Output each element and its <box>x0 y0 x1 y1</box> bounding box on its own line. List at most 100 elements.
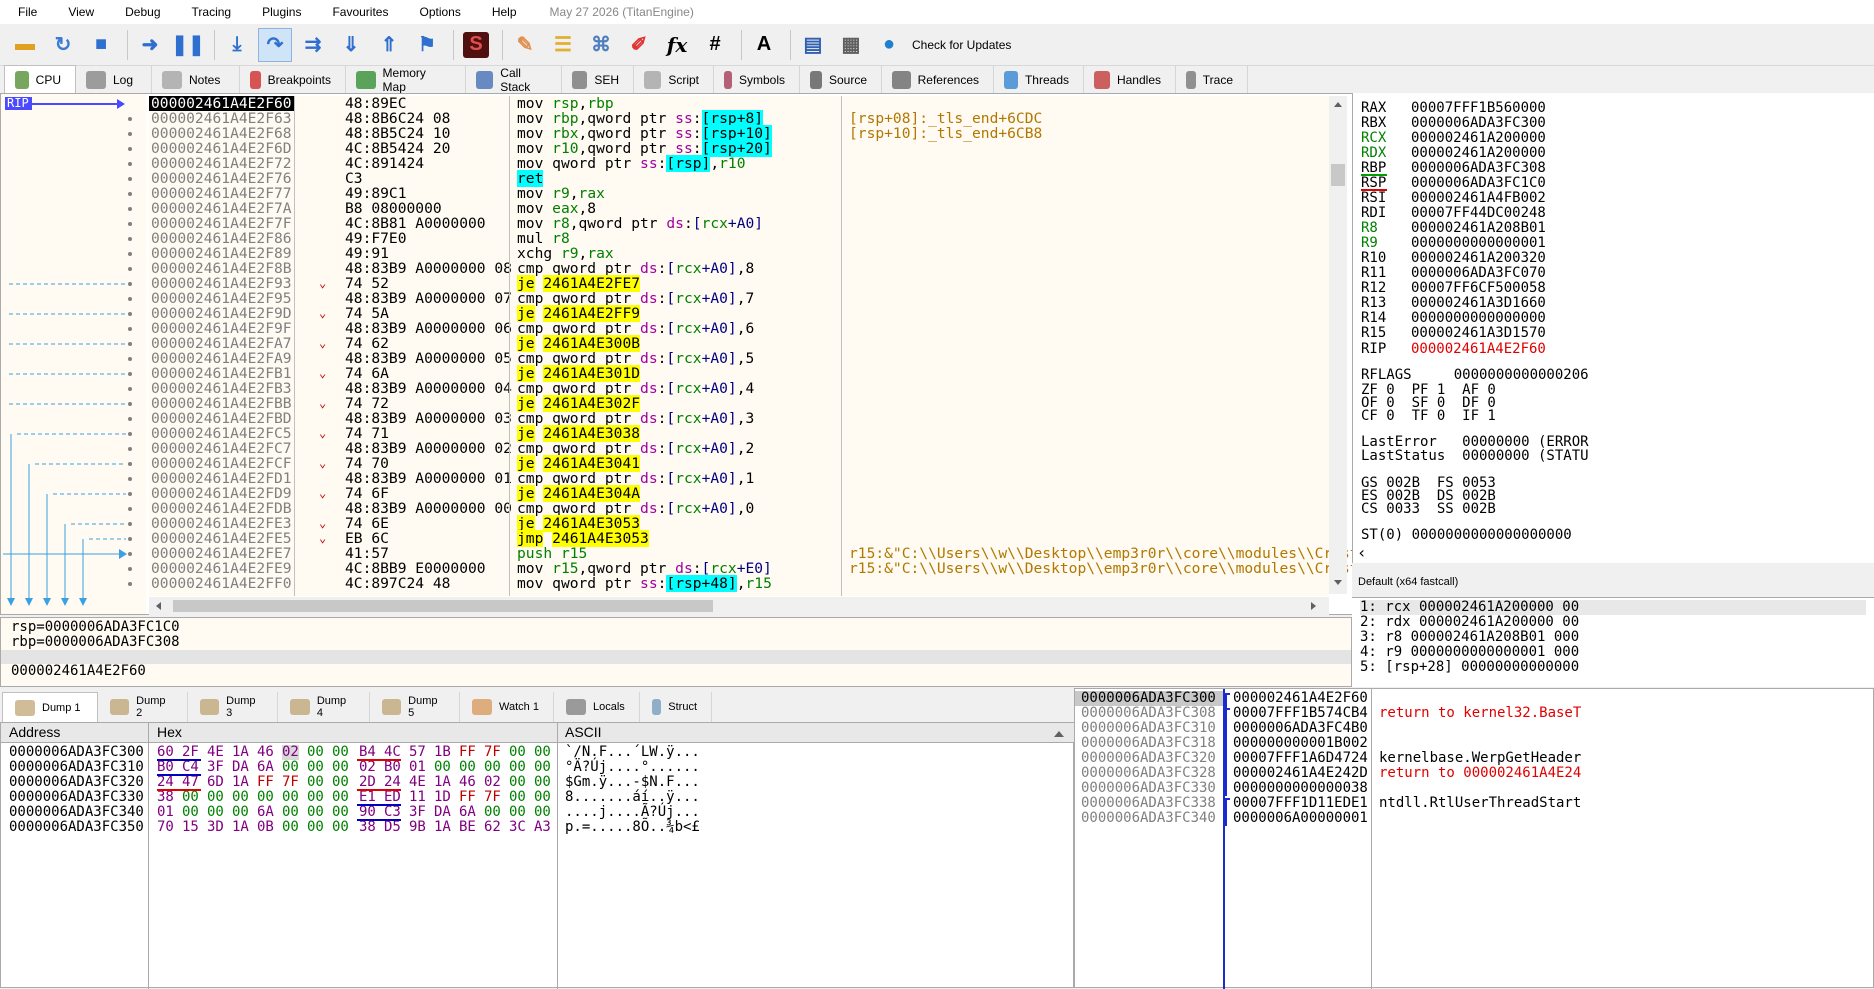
scroll-up-icon[interactable] <box>1334 102 1342 107</box>
tab-script[interactable]: Script <box>634 66 714 93</box>
dump-byte[interactable]: BE <box>459 820 476 835</box>
dump-byte[interactable]: 01 <box>409 760 426 775</box>
dump-byte[interactable]: 00 <box>434 760 451 775</box>
tab-references[interactable]: References <box>882 66 994 93</box>
registers-panel[interactable]: RAX 00007FFF1B560000 RBX 0000006ADA3FC300 RC… <box>1352 93 1874 563</box>
dump-byte[interactable]: 00 <box>182 790 199 805</box>
dump-scrollbar[interactable] <box>1049 725 1069 985</box>
dump-byte[interactable]: 70 <box>157 820 174 835</box>
dump-byte[interactable]: D5 <box>384 820 401 835</box>
dump-byte[interactable]: 4E <box>409 775 426 790</box>
breakpoint-dot[interactable] <box>128 282 132 286</box>
dump-byte[interactable]: 6D <box>207 775 224 790</box>
dump-byte[interactable]: 00 <box>509 745 526 760</box>
run-to-user-code-button[interactable]: ⚑ <box>410 28 444 62</box>
dump-byte[interactable]: C4 <box>182 760 199 775</box>
disassembly-view[interactable]: 000002461A4E2F60 48:89EC mov rsp,rbp 000002… <box>149 96 1367 596</box>
dump-byte[interactable]: FF <box>257 775 274 790</box>
dump-byte[interactable]: 1D <box>434 790 451 805</box>
dump-byte[interactable]: 60 <box>157 745 174 760</box>
dump-byte[interactable]: 1A <box>434 775 451 790</box>
breakpoint-dot[interactable] <box>128 327 132 331</box>
breakpoint-dot[interactable] <box>128 492 132 496</box>
dump-byte[interactable]: 1A <box>434 820 451 835</box>
scroll-left-icon[interactable] <box>156 602 161 610</box>
breakpoint-dot[interactable] <box>128 207 132 211</box>
disasm-row[interactable]: 000002461A4E2FDB 48:83B9 A0000000 00 cmp q… <box>149 501 1329 516</box>
disasm-row[interactable]: 000002461A4E2FD1 48:83B9 A0000000 01 cmp q… <box>149 471 1329 486</box>
breakpoint-dot[interactable] <box>128 132 132 136</box>
dump-byte[interactable]: 7F <box>484 790 501 805</box>
register-value[interactable]: 0000000000000001 <box>1411 236 1546 251</box>
dump-byte[interactable]: 6A <box>459 805 476 820</box>
tab-source[interactable]: Source <box>800 66 882 93</box>
dump-byte[interactable]: 00 <box>509 805 526 820</box>
tab-call-stack[interactable]: Call Stack <box>466 66 562 94</box>
register-value[interactable]: 000002461A3D1570 <box>1411 326 1546 341</box>
dump-row[interactable]: 0000006ADA3FC330 38 00 00 00 00 00 00 00 E1 ED 11 1D… <box>1 790 1041 805</box>
disasm-row[interactable]: 000002461A4E2F89 49:91 xchg r9,rax <box>149 246 1329 261</box>
dump-byte[interactable]: 6A <box>257 805 274 820</box>
register-value[interactable]: 00007FFF1B560000 <box>1411 101 1546 116</box>
dump-byte[interactable]: 4E <box>207 745 224 760</box>
stack-value[interactable]: 00007FFF1B574CB4 <box>1233 706 1368 721</box>
dump-byte[interactable]: 00 <box>232 805 249 820</box>
tab-struct[interactable]: Struct <box>640 692 712 722</box>
breakpoint-dot[interactable] <box>128 447 132 451</box>
stack-value[interactable]: 000002461A4E2F60 <box>1233 691 1368 706</box>
dump-byte[interactable]: FF <box>459 745 476 760</box>
dump-byte[interactable]: 00 <box>282 760 299 775</box>
argument-row[interactable]: 2: rdx 000002461A200000 00 <box>1360 615 1866 630</box>
disasm-row[interactable]: 000002461A4E2FCF ⌄ 74 70 je 2461A4E3041 <box>149 455 1329 472</box>
dump-byte[interactable]: 00 <box>307 760 324 775</box>
dump-row[interactable]: 0000006ADA3FC340 01 00 00 00 6A 00 00 00 90 C3 3F DA… <box>1 805 1041 820</box>
tab-dump-3[interactable]: Dump 3 <box>188 692 278 722</box>
register-value[interactable]: 0000006ADA3FC300 <box>1411 116 1546 131</box>
disasm-row[interactable]: 000002461A4E2FBD 48:83B9 A0000000 03 cmp q… <box>149 411 1329 426</box>
pause-button[interactable]: ❚❚ <box>171 28 205 62</box>
dump-byte[interactable]: 00 <box>207 805 224 820</box>
dump-byte[interactable]: ED <box>384 790 401 805</box>
register-value[interactable]: 0000006ADA3FC308 <box>1411 161 1546 176</box>
stack-value[interactable]: 000000000001B002 <box>1233 736 1368 751</box>
breakpoint-dot[interactable] <box>128 237 132 241</box>
dump-byte[interactable]: 00 <box>232 790 249 805</box>
disasm-row[interactable]: 000002461A4E2FC5 ⌄ 74 71 je 2461A4E3038 <box>149 425 1329 442</box>
breakpoint-dot[interactable] <box>128 222 132 226</box>
dump-byte[interactable]: 90 <box>359 805 376 820</box>
patch-button[interactable]: ✎ <box>508 28 542 62</box>
trace-into-button[interactable]: ⇉ <box>296 28 330 62</box>
last-status[interactable]: LastStatus 00000000 (STATU <box>1361 449 1589 464</box>
breakpoint-dot[interactable] <box>128 117 132 121</box>
dump-byte[interactable]: 00 <box>282 790 299 805</box>
breakpoint-dot[interactable] <box>128 387 132 391</box>
register-value[interactable]: 00007FF6CF500058 <box>1411 281 1546 296</box>
step-into-button[interactable]: ⤓ <box>220 28 254 62</box>
breakpoint-dot[interactable] <box>128 267 132 271</box>
tab-log[interactable]: Log <box>76 66 152 93</box>
breakpoint-dot[interactable] <box>128 372 132 376</box>
dump-byte[interactable]: 00 <box>459 760 476 775</box>
dump-byte[interactable]: 01 <box>157 805 174 820</box>
dump-byte[interactable]: 2F <box>182 745 199 760</box>
dump-byte[interactable]: 02 <box>484 775 501 790</box>
dump-byte[interactable]: 00 <box>207 790 224 805</box>
step-over-button[interactable]: ↷ <box>258 27 292 62</box>
rflags-row[interactable]: RFLAGS 0000000000000206 <box>1361 368 1589 383</box>
dump-byte[interactable]: 00 <box>509 760 526 775</box>
scroll-up-icon[interactable] <box>1054 731 1064 737</box>
tab-threads[interactable]: Threads <box>994 66 1084 93</box>
dump-byte[interactable]: 4C <box>384 745 401 760</box>
patch-file-button[interactable]: ▤ <box>796 28 830 62</box>
breakpoint-dot[interactable] <box>128 477 132 481</box>
dump-byte[interactable]: 00 <box>182 805 199 820</box>
disasm-row[interactable]: 000002461A4E2F9F 48:83B9 A0000000 06 cmp q… <box>149 321 1329 336</box>
dump-byte[interactable]: 00 <box>332 760 349 775</box>
dump-byte[interactable]: 00 <box>484 805 501 820</box>
register-value[interactable]: 0000006ADA3FC070 <box>1411 266 1546 281</box>
breakpoint-dot[interactable] <box>128 357 132 361</box>
dump-byte[interactable]: 00 <box>484 760 501 775</box>
dump-byte[interactable]: 00 <box>307 790 324 805</box>
stack-value[interactable]: 0000006ADA3FC4B0 <box>1233 721 1368 736</box>
disasm-row[interactable]: 000002461A4E2F68 48:8B5C24 10 mov rbx,qwor… <box>149 125 1329 142</box>
